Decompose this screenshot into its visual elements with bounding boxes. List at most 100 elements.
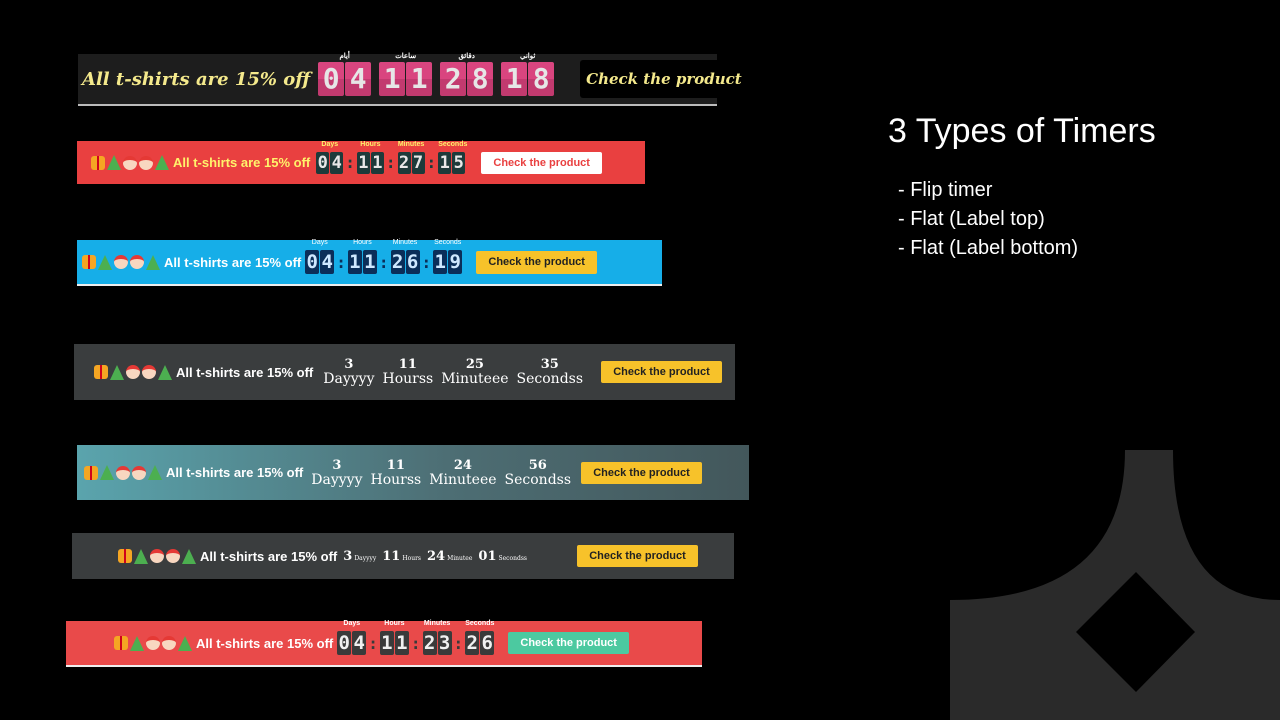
digit: 1 — [379, 631, 394, 655]
digit: 1 — [406, 62, 433, 96]
emoji-group — [91, 155, 169, 170]
digit: 7 — [411, 151, 425, 174]
hours-group: Hours 1 1 — [356, 141, 384, 174]
digit: 6 — [480, 631, 495, 655]
days-group: Days 0 4 — [305, 239, 335, 274]
minutes-group: Minutes 2 6 — [390, 239, 420, 274]
digit: 2 — [440, 62, 467, 96]
seconds-value: 56 — [528, 457, 547, 473]
check-product-button[interactable]: Check the product — [601, 361, 723, 383]
seconds-label: Seconds — [438, 140, 468, 148]
minutes-label: Minuteee — [429, 471, 497, 488]
gift-icon — [82, 255, 96, 269]
digit: 2 — [397, 151, 411, 174]
christmas-tree-icon — [178, 635, 192, 651]
christmas-tree-icon — [107, 155, 121, 170]
digit: 2 — [422, 631, 437, 655]
days-value: 3 — [343, 548, 353, 564]
days-group: Days 0 4 — [316, 141, 344, 174]
minutes-value: 24 — [453, 457, 472, 473]
minutes-value: 25 — [465, 357, 484, 372]
digit: 4 — [320, 250, 335, 274]
minutes-label: Minutes — [392, 239, 418, 246]
minutes-label: Minuteee — [441, 371, 509, 387]
days-label: Dayyyy — [323, 371, 375, 387]
days-unit: 3 Dayyyy — [311, 457, 362, 487]
separator: : — [378, 252, 389, 272]
check-product-button[interactable]: Check the product — [481, 151, 603, 174]
digit: 4 — [345, 62, 372, 96]
christmas-tree-icon — [100, 465, 114, 480]
digit: 1 — [501, 62, 528, 96]
emoji-group — [118, 548, 196, 564]
digit: 1 — [438, 151, 452, 174]
hours-group: ساعات 1 1 — [379, 53, 433, 96]
santa-icon — [123, 155, 137, 170]
days-label: أيام — [339, 53, 350, 60]
promo-message: All t-shirts are 15% off — [176, 364, 314, 380]
christmas-tree-icon — [158, 364, 172, 380]
hours-label: Hours — [353, 239, 372, 246]
hours-value: 11 — [386, 457, 405, 473]
separator: : — [345, 153, 355, 172]
minutes-label: Minutes — [397, 140, 425, 148]
days-group: أيام 0 4 — [318, 53, 372, 96]
hours-label: Hours — [402, 554, 422, 562]
hours-label: ساعات — [395, 53, 417, 60]
flat-label-top-bar-red-pattern: All t-shirts are 15% off Days 0 4 : Hour… — [66, 620, 702, 667]
santa-icon — [146, 636, 160, 650]
countdown: Days 0 4 : Hours 1 1 : Minutes 2 3 : Sec… — [337, 620, 495, 655]
seconds-label: ثواني — [519, 53, 536, 60]
promo-message: All t-shirts are 15% off — [173, 155, 311, 170]
seconds-unit: 01 Secondss — [478, 549, 527, 564]
santa-icon — [150, 549, 164, 563]
days-label: Days — [321, 140, 339, 148]
emoji-group — [114, 635, 192, 651]
list-item: - Flat (Label top) — [898, 208, 1045, 230]
countdown: أيام 0 4 ساعات 1 1 دقائق 2 8 ثواني 1 8 — [318, 53, 562, 96]
seconds-value: 01 — [478, 548, 497, 564]
check-product-button[interactable]: Check the product — [508, 632, 630, 654]
christmas-tree-icon — [182, 548, 196, 564]
christmas-tree-icon — [148, 465, 162, 480]
countdown: Days 0 4 : Hours 1 1 : Minutes 2 6 : Sec… — [305, 239, 463, 274]
digit: 1 — [347, 250, 362, 274]
digit: 6 — [405, 250, 420, 274]
separator: : — [336, 252, 346, 272]
list-item: - Flat (Label bottom) — [898, 237, 1079, 259]
separator: : — [410, 633, 421, 653]
days-unit: 3 Dayyyy — [323, 358, 375, 387]
santa-icon — [114, 255, 128, 269]
promo-message: All t-shirts are 15% off — [166, 465, 304, 480]
check-product-button[interactable]: Check the product — [577, 545, 699, 567]
seconds-group: Seconds 1 9 — [433, 239, 463, 274]
digit: 1 — [394, 631, 409, 655]
flat-label-top-bar-blue: All t-shirts are 15% off Days 0 4 : Hour… — [77, 239, 662, 286]
minutes-unit: 25 Minuteee — [441, 357, 509, 387]
santa-icon — [130, 255, 144, 269]
digit: 1 — [433, 250, 448, 274]
hours-group: Hours 1 1 — [379, 620, 409, 655]
promo-message: All t-shirts are 15% off — [196, 635, 334, 651]
hours-value: 11 — [382, 548, 401, 564]
days-unit: 3 Dayyyy — [343, 549, 376, 564]
flat-label-bottom-bar-teal: All t-shirts are 15% off 3 Dayyyy 11 Hou… — [77, 445, 749, 500]
days-value: 3 — [332, 457, 342, 473]
seconds-label: Secondss — [516, 371, 584, 387]
christmas-tree-icon — [110, 364, 124, 380]
minutes-value: 24 — [427, 548, 446, 564]
seconds-label: Secondss — [504, 471, 572, 488]
minutes-label: Minutes — [423, 620, 451, 627]
flat-label-top-bar-red: All t-shirts are 15% off Days 0 4 : Hour… — [77, 141, 645, 184]
check-product-button[interactable]: Check the product — [581, 461, 703, 484]
christmas-tree-icon — [155, 155, 169, 170]
gift-icon — [91, 155, 105, 170]
separator: : — [368, 633, 378, 653]
flip-timer-bar: All t-shirts are 15% off أيام 0 4 ساعات … — [78, 53, 742, 106]
christmas-tree-icon — [98, 254, 112, 270]
check-product-button[interactable]: Check the product — [476, 250, 598, 274]
digit: 0 — [337, 631, 352, 655]
days-label: Days — [343, 620, 361, 627]
check-product-button[interactable]: Check the product — [580, 60, 742, 98]
gift-icon — [114, 636, 128, 650]
